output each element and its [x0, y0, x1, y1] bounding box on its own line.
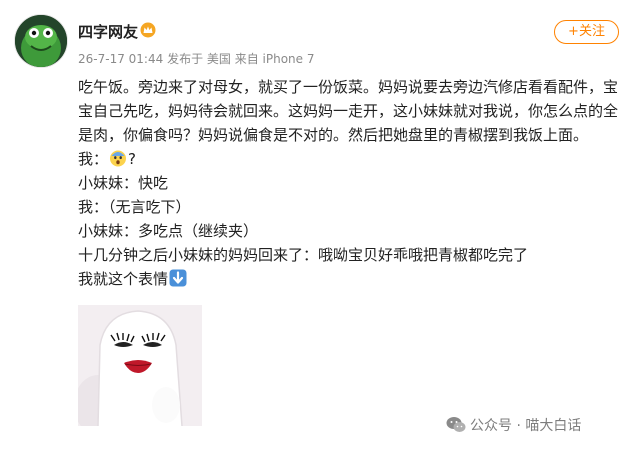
post-line: 我： ? [78, 147, 623, 171]
post-line: 吃午饭。旁边来了对母女，就买了一份饭菜。妈妈说要去旁边汽修店看看配件，宝 [78, 78, 619, 96]
post-line: 小妹妹：多吃点（继续夹） [78, 222, 259, 240]
post-line-text: 我就这个表情 [78, 270, 169, 288]
post-header: 四字网友 26-7-17 01:44 发布于 美国 来自 iPhone 7 +关… [0, 0, 633, 72]
post-line-text: ? [128, 150, 136, 168]
wechat-icon [446, 417, 466, 432]
vip-crown-icon [140, 22, 156, 38]
post-line-text: 我： [78, 150, 109, 168]
shocked-face-emoji-icon [110, 150, 127, 167]
user-avatar[interactable] [14, 14, 68, 68]
post-line: 十几分钟之后小妹妹的妈妈回来了：哦呦宝贝好乖哦把青椒都吃完了 [78, 246, 529, 264]
white-ghost-meme-face-icon [78, 305, 202, 426]
post-device: 来自 iPhone 7 [234, 52, 315, 66]
green-creature-avatar-icon [15, 15, 67, 67]
post-line: 宝自己先吃，妈妈待会就回来。这妈妈一走开，这小妹妹就对我说，你怎么点的全 [78, 102, 619, 120]
post-line: 我就这个表情 [78, 267, 623, 291]
post-location: 发布于 美国 [167, 52, 231, 66]
post-body: 吃午饭。旁边来了对母女，就买了一份饭菜。妈妈说要去旁边汽修店看看配件，宝 宝自己… [78, 75, 623, 291]
follow-button[interactable]: +关注 [554, 20, 619, 44]
post-line: 我：（无言吃下） [78, 198, 191, 216]
meme-image[interactable] [78, 305, 202, 426]
watermark-text: 公众号 · 喵大白话 [470, 418, 582, 434]
post-timestamp: 26-7-17 01:44 [78, 52, 164, 66]
post-meta: 26-7-17 01:44 发布于 美国 来自 iPhone 7 [78, 50, 315, 67]
username[interactable]: 四字网友 [78, 21, 138, 42]
down-arrow-emoji-icon [169, 269, 187, 287]
post-line: 是肉，你偏食吗？妈妈说偏食是不对的。然后把她盘里的青椒摆到我饭上面。 [78, 126, 589, 144]
post-line: 小妹妹：快吃 [78, 174, 169, 192]
